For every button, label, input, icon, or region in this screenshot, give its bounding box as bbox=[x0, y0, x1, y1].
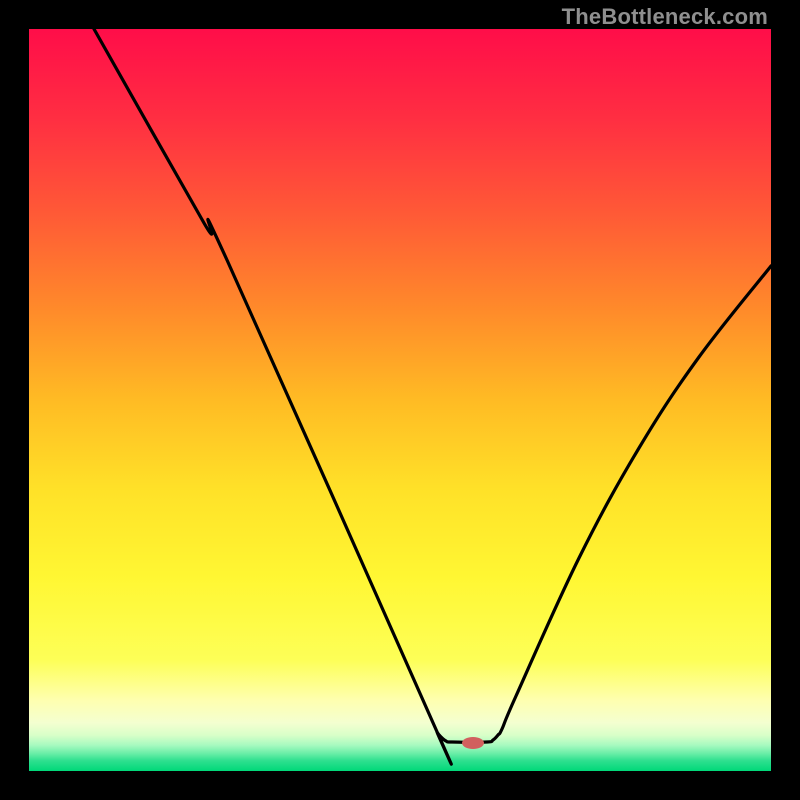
chart-frame bbox=[29, 29, 771, 771]
watermark-text: TheBottleneck.com bbox=[562, 4, 768, 30]
optimal-marker bbox=[462, 737, 484, 749]
chart-svg bbox=[29, 29, 771, 771]
chart-background bbox=[29, 29, 771, 771]
